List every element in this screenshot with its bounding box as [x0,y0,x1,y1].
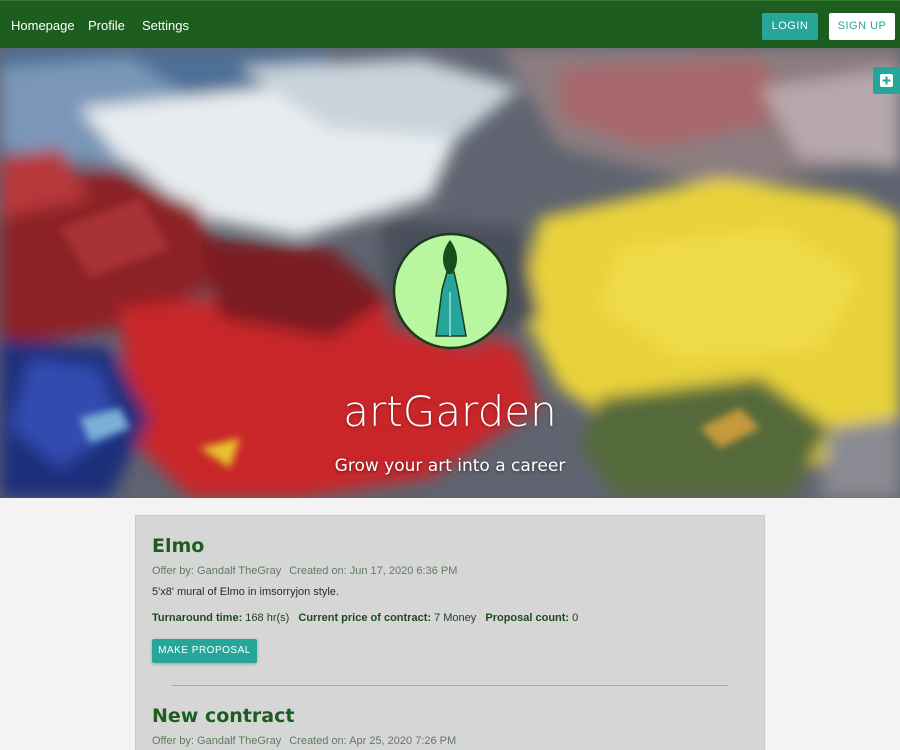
created-on-text: Created on: Jun 17, 2020 6:36 PM [289,565,458,577]
offer-by-text: Offer by: Gandalf TheGray [152,735,282,747]
contract-description: 5'x8' mural of Elmo in imsorryjon style. [152,586,339,598]
signup-button[interactable]: SIGN UP [829,13,895,40]
contract-stats: Turnaround time: 168 hr(s) Current price… [152,612,752,624]
turnaround-label: Turnaround time: [152,612,243,624]
login-button[interactable]: LOGIN [762,13,818,40]
hero-banner: artGarden Grow your art into a career [0,48,900,498]
nav-link-settings[interactable]: Settings [142,18,189,33]
contract-meta: Offer by: Gandalf TheGray Created on: Apr… [152,735,752,747]
proposal-count-label: Proposal count: [485,612,570,624]
price-value: 7 Money [434,612,477,624]
nav-link-homepage[interactable]: Homepage [11,18,75,33]
proposal-count-value: 0 [572,612,579,624]
hero-title: artGarden [343,387,557,436]
offer-by-text: Offer by: Gandalf TheGray [152,565,282,577]
nav-link-profile[interactable]: Profile [88,18,125,33]
hero-subtitle: Grow your art into a career [334,456,566,476]
divider [172,685,728,686]
contract-card: New contract Offer by: Gandalf TheGray Cr… [152,705,752,747]
created-on-text: Created on: Apr 25, 2020 7:26 PM [289,735,457,747]
price-label: Current price of contract: [298,612,432,624]
contracts-panel: Elmo Offer by: Gandalf TheGray Created on… [135,515,765,750]
paintbrush-logo-icon [392,232,510,350]
contract-meta: Offer by: Gandalf TheGray Created on: Jun… [152,565,752,577]
add-contract-button[interactable] [873,67,900,94]
contract-title: New contract [152,705,295,727]
top-navbar: Homepage Profile Settings LOGIN SIGN UP [0,0,900,48]
contract-title: Elmo [152,535,205,557]
plus-box-icon [880,74,893,87]
turnaround-value: 168 hr(s) [245,612,290,624]
contract-card: Elmo Offer by: Gandalf TheGray Created on… [152,535,752,663]
make-proposal-button[interactable]: MAKE PROPOSAL [152,639,257,663]
